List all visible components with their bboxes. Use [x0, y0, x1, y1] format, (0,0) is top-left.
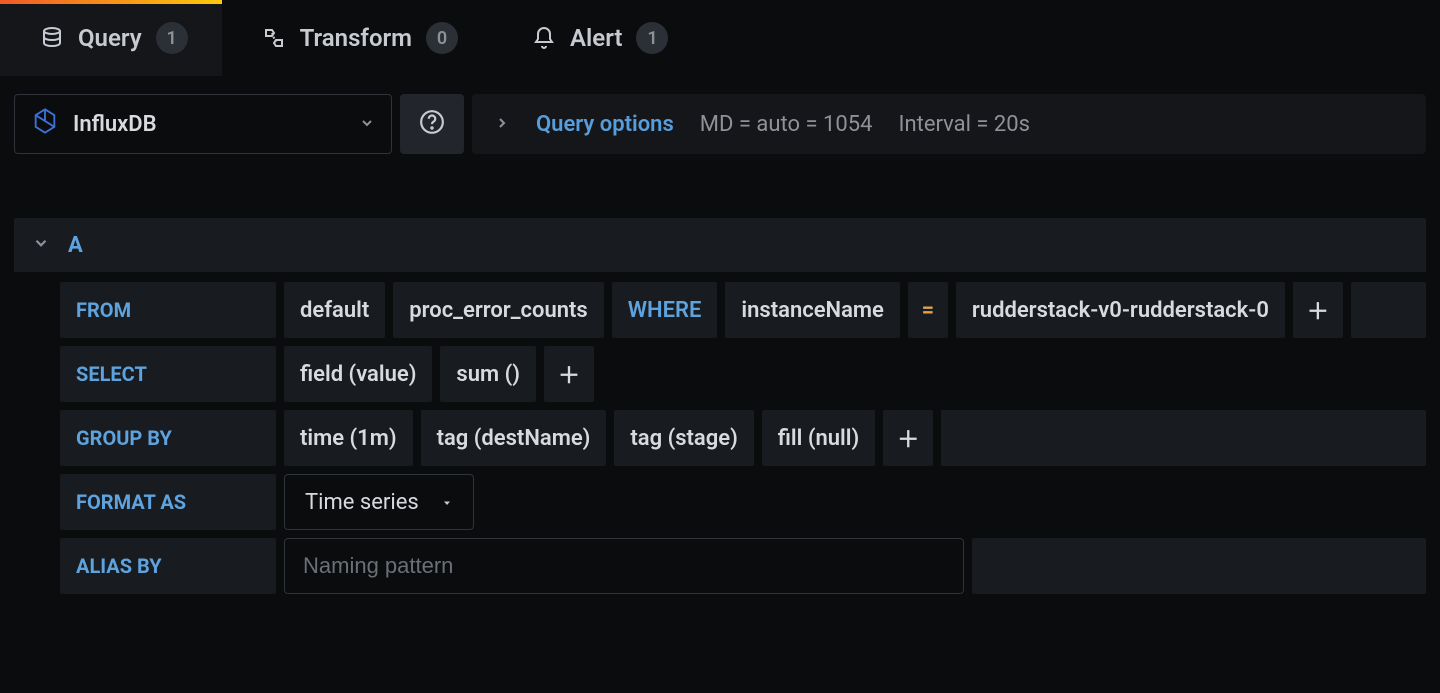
tab-alert[interactable]: Alert 1 — [492, 0, 702, 76]
tab-transform-label: Transform — [300, 24, 412, 52]
query-options-link[interactable]: Query options — [536, 112, 674, 137]
datasource-name: InfluxDB — [73, 112, 157, 137]
groupby-time[interactable]: time (1m) — [284, 410, 413, 466]
groupby-tag-destname[interactable]: tag (destName) — [421, 410, 607, 466]
tab-alert-badge: 1 — [636, 22, 668, 54]
where-operator[interactable]: = — [908, 282, 948, 338]
query-row-a: A FROM default proc_error_counts WHERE i… — [0, 218, 1440, 594]
tab-alert-label: Alert — [570, 24, 622, 52]
formatas-select[interactable]: Time series — [284, 474, 474, 530]
database-icon — [40, 26, 64, 50]
where-add-button[interactable]: ＋ — [1293, 282, 1343, 338]
panel-editor-tabbar: Query 1 Transform 0 Alert 1 — [0, 0, 1440, 76]
tab-transform-badge: 0 — [426, 22, 458, 54]
datasource-help-button[interactable] — [400, 94, 464, 154]
chevron-down-icon — [359, 112, 375, 137]
formatas-label: FORMAT AS — [60, 474, 276, 530]
groupby-add-button[interactable]: ＋ — [883, 410, 933, 466]
tab-query[interactable]: Query 1 — [0, 0, 222, 76]
query-a-header[interactable]: A — [14, 218, 1426, 272]
query-options-bar: Query options MD = auto = 1054 Interval … — [472, 94, 1426, 154]
tab-transform[interactable]: Transform 0 — [222, 0, 492, 76]
where-keyword[interactable]: WHERE — [612, 282, 718, 338]
from-row: FROM default proc_error_counts WHERE ins… — [14, 282, 1426, 338]
tab-query-label: Query — [78, 24, 142, 52]
tab-query-badge: 1 — [156, 22, 188, 54]
from-row-fill — [1351, 282, 1426, 338]
query-options-interval: Interval = 20s — [898, 112, 1030, 137]
query-options-md: MD = auto = 1054 — [700, 112, 873, 137]
from-label: FROM — [60, 282, 276, 338]
select-row: SELECT field (value) sum () ＋ — [14, 346, 1426, 402]
groupby-fill[interactable]: fill (null) — [762, 410, 875, 466]
select-aggregation[interactable]: sum () — [440, 346, 536, 402]
aliasby-label: ALIAS BY — [60, 538, 276, 594]
groupby-row: GROUP BY time (1m) tag (destName) tag (s… — [14, 410, 1426, 466]
groupby-label: GROUP BY — [60, 410, 276, 466]
transform-icon — [262, 26, 286, 50]
from-retention-policy[interactable]: default — [284, 282, 385, 338]
plus-icon: ＋ — [1307, 294, 1329, 326]
bell-icon — [532, 26, 556, 50]
query-ref-id: A — [68, 233, 83, 258]
aliasby-input[interactable] — [284, 538, 964, 594]
from-measurement[interactable]: proc_error_counts — [393, 282, 603, 338]
select-add-button[interactable]: ＋ — [544, 346, 594, 402]
groupby-row-fill — [941, 410, 1426, 466]
formatas-value: Time series — [305, 490, 419, 515]
chevron-down-icon — [32, 233, 50, 258]
select-field[interactable]: field (value) — [284, 346, 432, 402]
aliasby-row: ALIAS BY — [14, 538, 1426, 594]
select-label: SELECT — [60, 346, 276, 402]
where-tag-value[interactable]: rudderstack-v0-rudderstack-0 — [956, 282, 1285, 338]
query-toolbar: InfluxDB Query options MD = auto = 1054 … — [0, 76, 1440, 172]
groupby-tag-stage[interactable]: tag (stage) — [614, 410, 753, 466]
caret-down-icon — [441, 490, 453, 515]
influxdb-logo-icon — [31, 107, 59, 141]
plus-icon: ＋ — [558, 358, 580, 390]
where-tag-key[interactable]: instanceName — [725, 282, 899, 338]
datasource-picker[interactable]: InfluxDB — [14, 94, 392, 154]
plus-icon: ＋ — [897, 422, 919, 454]
formatas-row: FORMAT AS Time series — [14, 474, 1426, 530]
aliasby-row-fill — [972, 538, 1426, 594]
chevron-right-icon[interactable] — [494, 112, 510, 137]
help-icon — [419, 109, 445, 140]
